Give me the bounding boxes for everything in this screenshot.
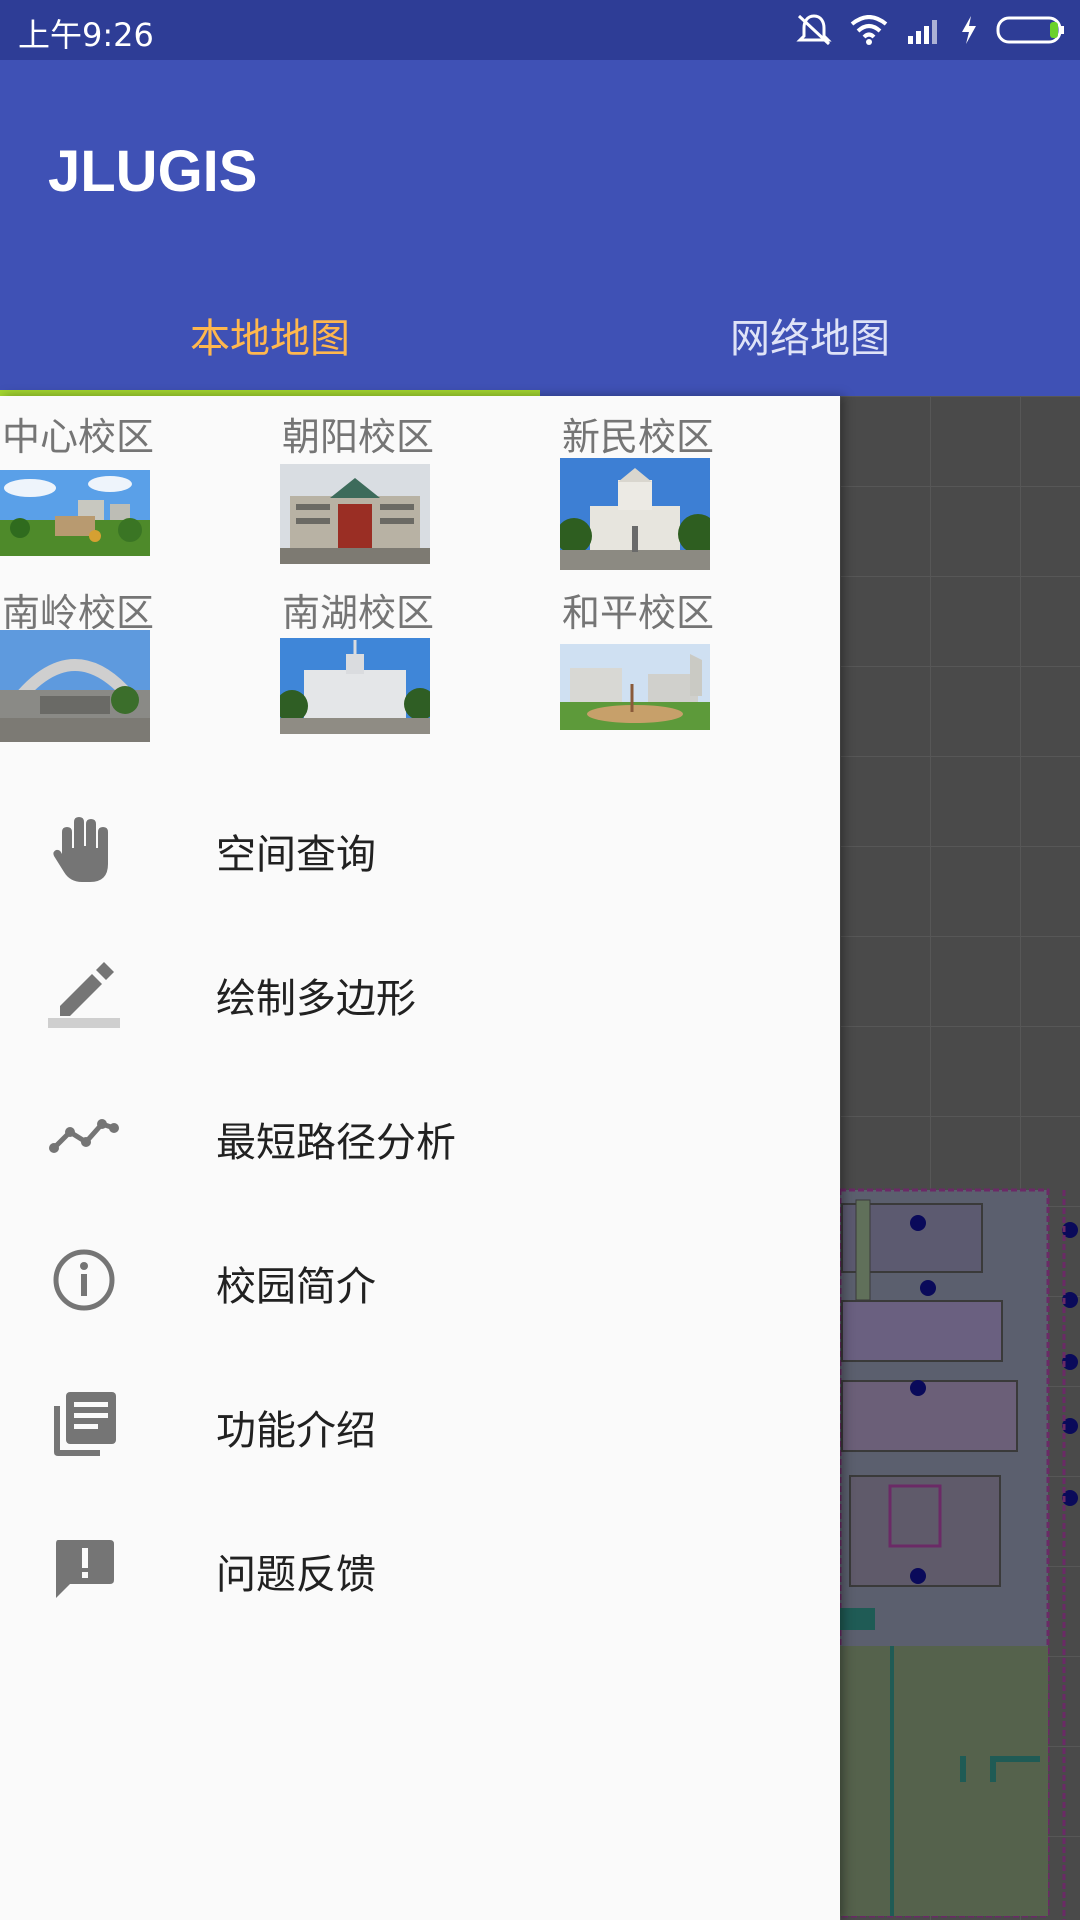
menu-label: 校园简介 — [216, 1264, 376, 1310]
menu-item-feature-intro[interactable]: 功能介绍 — [0, 1352, 840, 1496]
battery-icon — [996, 16, 1064, 44]
menu-label: 问题反馈 — [216, 1552, 376, 1598]
campus-label: 新民校区 — [562, 415, 715, 459]
campus-item-central[interactable]: 中心校区 — [0, 396, 260, 566]
campus-item-xinmin[interactable]: 新民校区 — [560, 396, 820, 570]
campus-photo-heping — [560, 644, 710, 730]
tab-local-map[interactable]: 本地地图 — [0, 274, 540, 396]
mute-icon — [796, 14, 832, 46]
tab-local-map-label: 本地地图 — [190, 316, 350, 362]
hand-icon — [53, 817, 108, 882]
map-canvas — [840, 396, 1080, 1920]
wifi-icon — [850, 15, 888, 45]
menu-item-campus-intro[interactable]: 校园简介 — [0, 1208, 840, 1352]
app-bar: JLUGIS 本地地图 网络地图 — [0, 60, 1080, 396]
campus-item-heping[interactable]: 和平校区 — [560, 572, 820, 742]
campus-label: 朝阳校区 — [282, 415, 435, 459]
campus-label: 和平校区 — [562, 591, 715, 635]
menu-label: 空间查询 — [216, 832, 376, 878]
menu-item-spatial-query[interactable]: 空间查询 — [0, 776, 840, 920]
polyline-icon — [49, 1119, 119, 1153]
library-books-icon — [54, 1392, 116, 1456]
info-icon — [53, 1249, 115, 1311]
campus-photo-chaoyang — [280, 464, 430, 564]
campus-label: 南湖校区 — [282, 591, 435, 635]
tab-online-map-label: 网络地图 — [730, 316, 890, 362]
campus-item-chaoyang[interactable]: 朝阳校区 — [280, 396, 540, 566]
menu-item-draw-polygon[interactable]: 绘制多边形 — [0, 920, 840, 1064]
signal-icon — [908, 20, 937, 44]
campus-photo-central — [0, 470, 150, 556]
status-time: 上午9:26 — [18, 16, 154, 54]
menu-label: 最短路径分析 — [216, 1120, 456, 1166]
app-title: JLUGIS — [48, 139, 258, 204]
campus-photo-nanling — [0, 630, 150, 742]
map-view-dimmed[interactable] — [840, 396, 1080, 1920]
tab-online-map[interactable]: 网络地图 — [540, 274, 1080, 396]
feedback-icon — [56, 1540, 114, 1598]
campus-label: 中心校区 — [2, 415, 155, 459]
pencil-icon — [48, 962, 120, 1028]
charging-icon — [962, 16, 976, 44]
menu-item-shortest-path[interactable]: 最短路径分析 — [0, 1064, 840, 1208]
campus-photo-nanhu — [280, 638, 430, 734]
campus-item-nanling[interactable]: 南岭校区 — [0, 572, 260, 742]
tab-bar: 本地地图 网络地图 — [0, 274, 1080, 396]
status-bar: 上午9:26 — [0, 0, 1080, 60]
campus-photo-xinmin — [560, 458, 710, 570]
status-icons — [796, 12, 1066, 48]
menu-label: 功能介绍 — [216, 1408, 376, 1454]
menu-label: 绘制多边形 — [216, 976, 416, 1022]
campus-item-nanhu[interactable]: 南湖校区 — [280, 572, 540, 742]
navigation-drawer: 中心校区 朝阳校区 新民校区 南岭校区 南湖校区 和平校区 空间查询 绘制多边形… — [0, 396, 840, 1920]
menu-item-feedback[interactable]: 问题反馈 — [0, 1496, 840, 1640]
campus-label: 南岭校区 — [2, 591, 155, 635]
